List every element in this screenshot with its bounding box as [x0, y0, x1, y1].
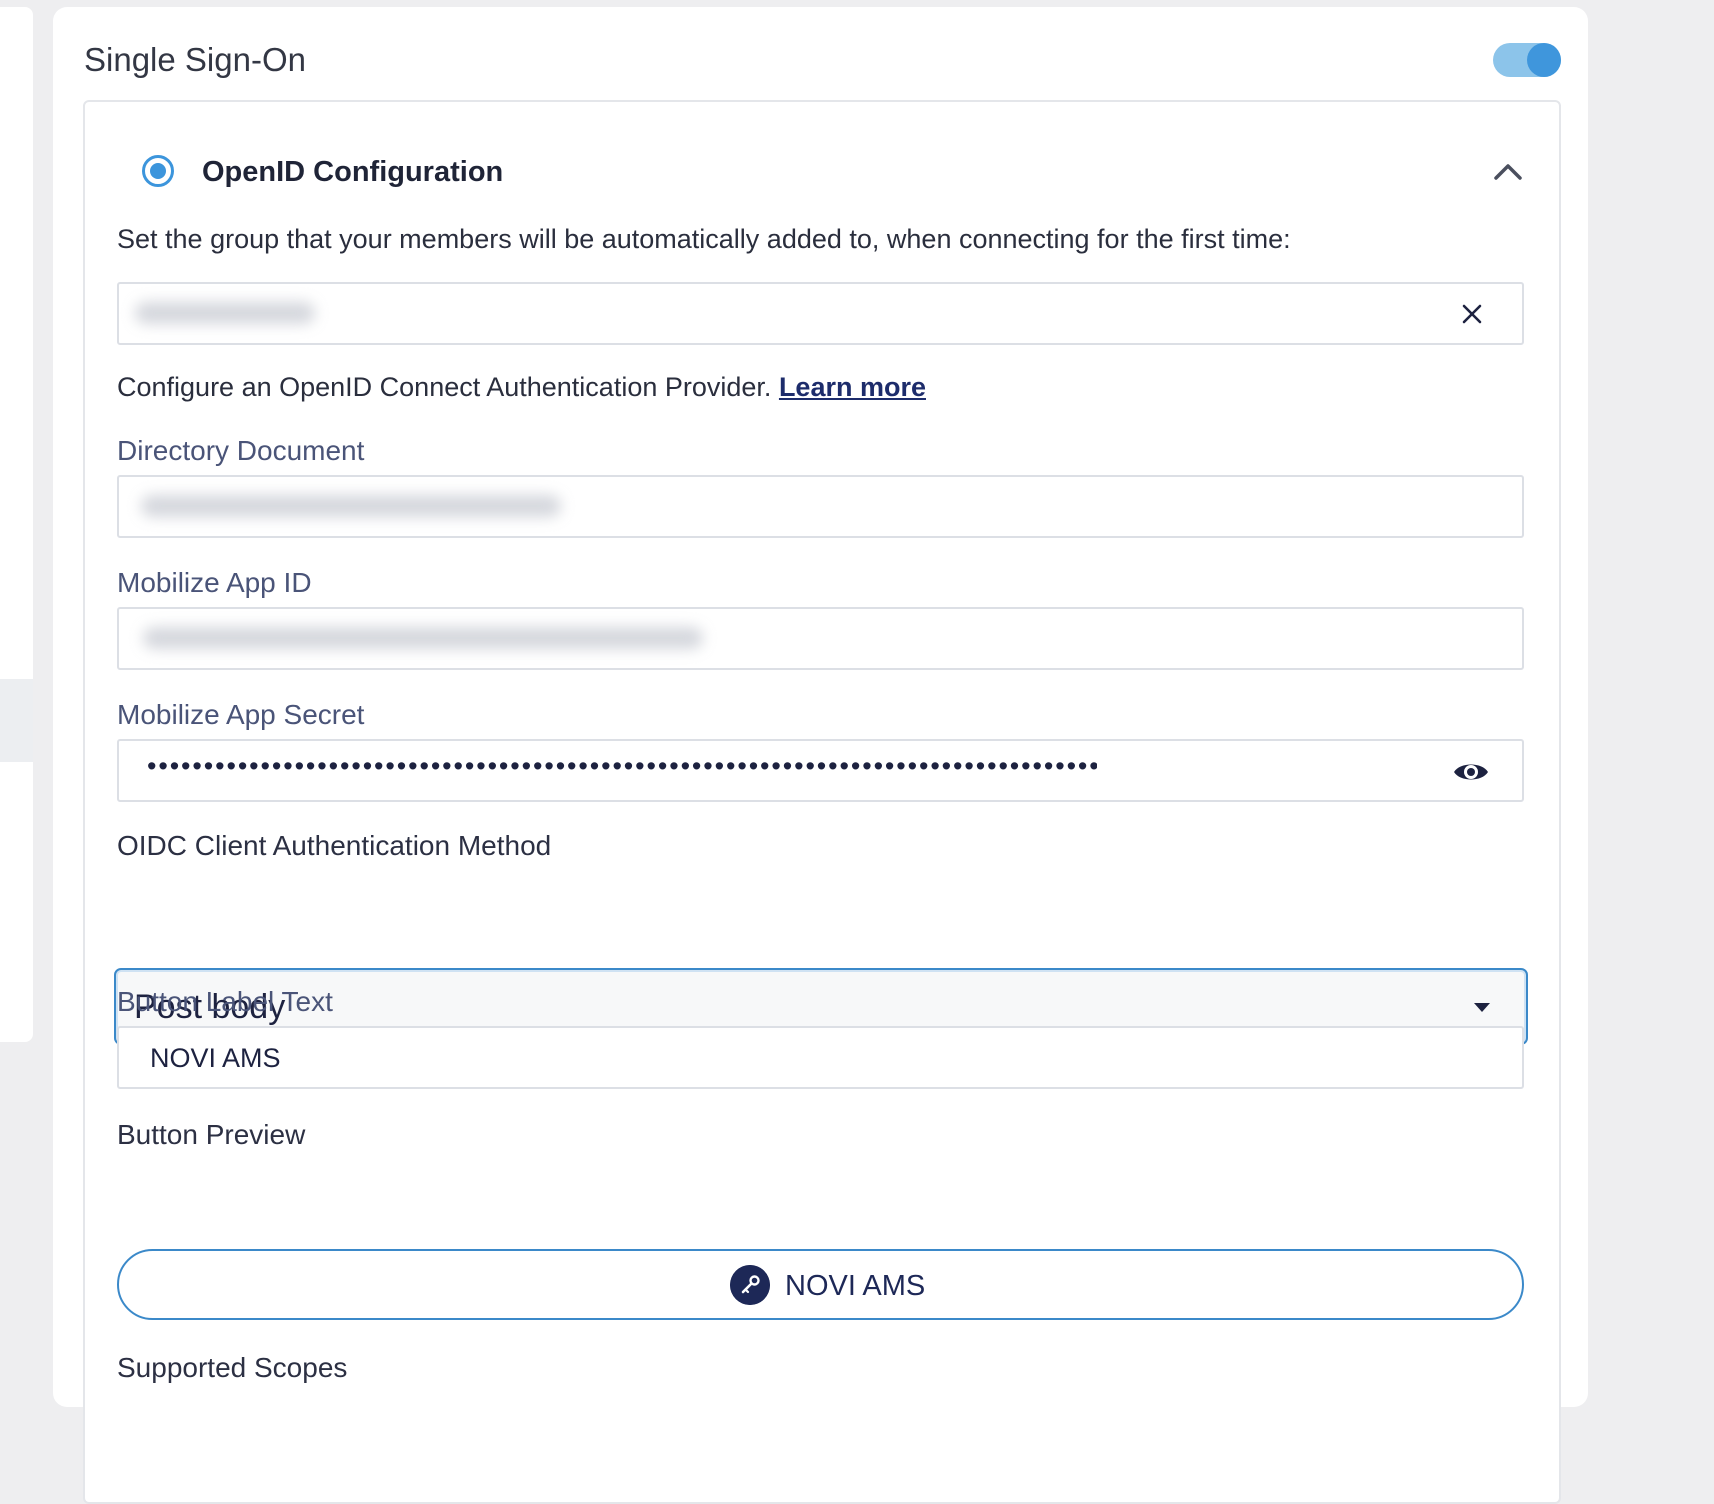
configure-text: Configure an OpenID Connect Authenticati…	[117, 372, 926, 403]
button-label-input[interactable]: NOVI AMS	[117, 1026, 1524, 1089]
caret-down-icon	[1474, 1003, 1490, 1012]
learn-more-link[interactable]: Learn more	[779, 372, 926, 402]
section-title: OpenID Configuration	[202, 156, 504, 188]
openid-radio[interactable]	[142, 155, 174, 187]
button-label-value: NOVI AMS	[150, 1043, 281, 1073]
preview-button-label: NOVI AMS	[785, 1270, 926, 1302]
directory-document-input[interactable]	[117, 475, 1524, 538]
group-input[interactable]	[117, 282, 1524, 345]
openid-section: OpenID Configuration Set the group that …	[83, 100, 1561, 1504]
sso-toggle[interactable]	[1493, 43, 1561, 77]
app-id-label: Mobilize App ID	[117, 567, 312, 598]
blurred-value	[141, 495, 561, 517]
blurred-value	[135, 302, 315, 324]
configure-label: Configure an OpenID Connect Authenticati…	[117, 372, 772, 402]
left-panel	[0, 7, 33, 1042]
supported-scopes-label: Supported Scopes	[117, 1352, 348, 1383]
app-id-input[interactable]	[117, 607, 1524, 670]
app-secret-input[interactable]: ••••••••••••••••••••••••••••••••••••••••…	[117, 739, 1524, 802]
toggle-knob	[1527, 43, 1561, 77]
key-icon	[730, 1265, 770, 1305]
button-label-label: Button Label Text	[117, 986, 333, 1017]
close-icon[interactable]	[1460, 302, 1484, 326]
preview-button[interactable]: NOVI AMS	[117, 1249, 1524, 1320]
blurred-value	[143, 627, 703, 649]
directory-document-label: Directory Document	[117, 435, 365, 466]
app-secret-label: Mobilize App Secret	[117, 699, 365, 730]
group-instructions: Set the group that your members will be …	[117, 224, 1291, 254]
auth-method-label: OIDC Client Authentication Method	[117, 830, 552, 861]
left-panel-selected-strip	[0, 679, 33, 762]
button-preview-label: Button Preview	[117, 1119, 306, 1150]
sso-card: Single Sign-On OpenID Configuration Set …	[53, 7, 1588, 1504]
radio-dot	[150, 163, 166, 179]
card-title: Single Sign-On	[84, 41, 306, 78]
chevron-up-icon[interactable]	[1492, 160, 1524, 182]
eye-icon[interactable]	[1452, 759, 1490, 785]
secret-value: ••••••••••••••••••••••••••••••••••••••••…	[147, 751, 1097, 781]
